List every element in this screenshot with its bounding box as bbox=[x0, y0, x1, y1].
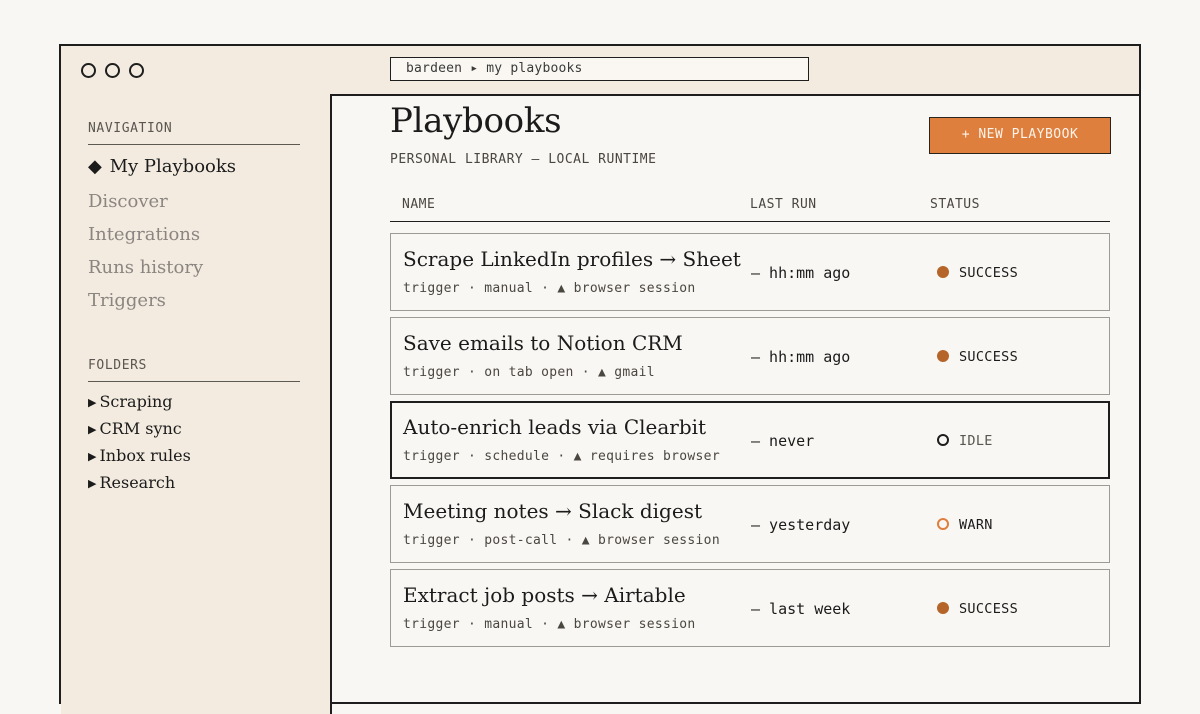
folder-item-scraping[interactable]: ▶ Scraping bbox=[88, 392, 172, 411]
window-maximize-dot[interactable] bbox=[129, 63, 144, 78]
sidebar-item-my-playbooks[interactable]: ◆ My Playbooks bbox=[88, 156, 236, 177]
status-label: SUCCESS bbox=[959, 601, 1018, 617]
playbook-row-selected[interactable]: Auto-enrich leads via Clearbit trigger ·… bbox=[390, 401, 1110, 479]
folder-label: Research bbox=[99, 473, 176, 492]
caret-right-icon: ▶ bbox=[88, 477, 97, 490]
status-badge: WARN bbox=[937, 517, 993, 533]
playbook-row[interactable]: Save emails to Notion CRM trigger · on t… bbox=[390, 317, 1110, 395]
status-label: WARN bbox=[959, 517, 993, 533]
caret-right-icon: ▶ bbox=[88, 423, 97, 436]
column-header-last-run[interactable]: LAST RUN bbox=[750, 197, 817, 212]
status-dot-icon bbox=[937, 350, 949, 362]
playbook-meta: trigger · manual · ▲ browser session bbox=[403, 281, 696, 296]
address-bar[interactable]: bardeen ▸ my playbooks bbox=[390, 57, 809, 81]
status-dot-icon bbox=[937, 434, 949, 446]
diamond-icon: ◆ bbox=[88, 156, 102, 177]
playbook-meta: trigger · manual · ▲ browser session bbox=[403, 617, 696, 632]
status-badge: IDLE bbox=[937, 433, 993, 449]
folder-item-inbox-rules[interactable]: ▶ Inbox rules bbox=[88, 446, 191, 465]
playbook-meta: trigger · on tab open · ▲ gmail bbox=[403, 365, 655, 380]
playbook-title: Auto-enrich leads via Clearbit bbox=[403, 415, 707, 439]
sidebar: NAVIGATION ◆ My Playbooks Discover Integ… bbox=[61, 94, 332, 714]
playbook-row[interactable]: Extract job posts → Airtable trigger · m… bbox=[390, 569, 1110, 647]
status-badge: SUCCESS bbox=[937, 601, 1018, 617]
playbook-title: Meeting notes → Slack digest bbox=[403, 499, 702, 523]
sidebar-item-discover[interactable]: Discover bbox=[88, 191, 168, 212]
sidebar-item-runs-history[interactable]: Runs history bbox=[88, 257, 203, 278]
status-label: IDLE bbox=[959, 433, 993, 449]
playbook-last-run: — yesterday bbox=[751, 516, 851, 534]
playbook-title: Extract job posts → Airtable bbox=[403, 583, 686, 607]
status-dot-icon bbox=[937, 518, 949, 530]
playbook-last-run: — hh:mm ago bbox=[751, 348, 851, 366]
playbook-row[interactable]: Meeting notes → Slack digest trigger · p… bbox=[390, 485, 1110, 563]
window-close-dot[interactable] bbox=[81, 63, 96, 78]
playbook-meta: trigger · post-call · ▲ browser session bbox=[403, 533, 720, 548]
column-header-status[interactable]: STATUS bbox=[930, 197, 980, 212]
status-badge: SUCCESS bbox=[937, 265, 1018, 281]
navigation-divider bbox=[88, 144, 300, 145]
navigation-heading: NAVIGATION bbox=[88, 121, 173, 136]
folder-item-research[interactable]: ▶ Research bbox=[88, 473, 175, 492]
page-title: Playbooks bbox=[390, 101, 562, 141]
status-label: SUCCESS bbox=[959, 349, 1018, 365]
sidebar-item-label: My Playbooks bbox=[109, 156, 237, 177]
playbook-last-run: — hh:mm ago bbox=[751, 264, 851, 282]
column-header-name[interactable]: NAME bbox=[402, 197, 435, 212]
status-dot-icon bbox=[937, 266, 949, 278]
caret-right-icon: ▶ bbox=[88, 396, 97, 409]
playbook-title: Scrape LinkedIn profiles → Sheet bbox=[403, 247, 741, 271]
playbook-meta: trigger · schedule · ▲ requires browser bbox=[403, 449, 720, 464]
title-bar: bardeen ▸ my playbooks bbox=[61, 46, 1139, 96]
caret-right-icon: ▶ bbox=[88, 450, 97, 463]
playbook-last-run: — last week bbox=[751, 600, 851, 618]
folder-label: CRM sync bbox=[99, 419, 182, 438]
window-minimize-dot[interactable] bbox=[105, 63, 120, 78]
status-label: SUCCESS bbox=[959, 265, 1018, 281]
folder-label: Inbox rules bbox=[99, 446, 191, 465]
sidebar-item-integrations[interactable]: Integrations bbox=[88, 224, 200, 245]
header-divider bbox=[390, 221, 1110, 222]
playbook-last-run: — never bbox=[751, 432, 815, 450]
status-badge: SUCCESS bbox=[937, 349, 1018, 365]
folders-heading: FOLDERS bbox=[88, 358, 147, 373]
sidebar-item-triggers[interactable]: Triggers bbox=[88, 290, 166, 311]
playbook-title: Save emails to Notion CRM bbox=[403, 331, 683, 355]
playbook-row[interactable]: Scrape LinkedIn profiles → Sheet trigger… bbox=[390, 233, 1110, 311]
status-dot-icon bbox=[937, 602, 949, 614]
page-subtitle: PERSONAL LIBRARY — LOCAL RUNTIME bbox=[390, 152, 657, 167]
folder-label: Scraping bbox=[99, 392, 173, 411]
folder-item-crm-sync[interactable]: ▶ CRM sync bbox=[88, 419, 182, 438]
new-playbook-button[interactable]: + NEW PLAYBOOK bbox=[929, 117, 1111, 154]
folders-divider bbox=[88, 381, 300, 382]
